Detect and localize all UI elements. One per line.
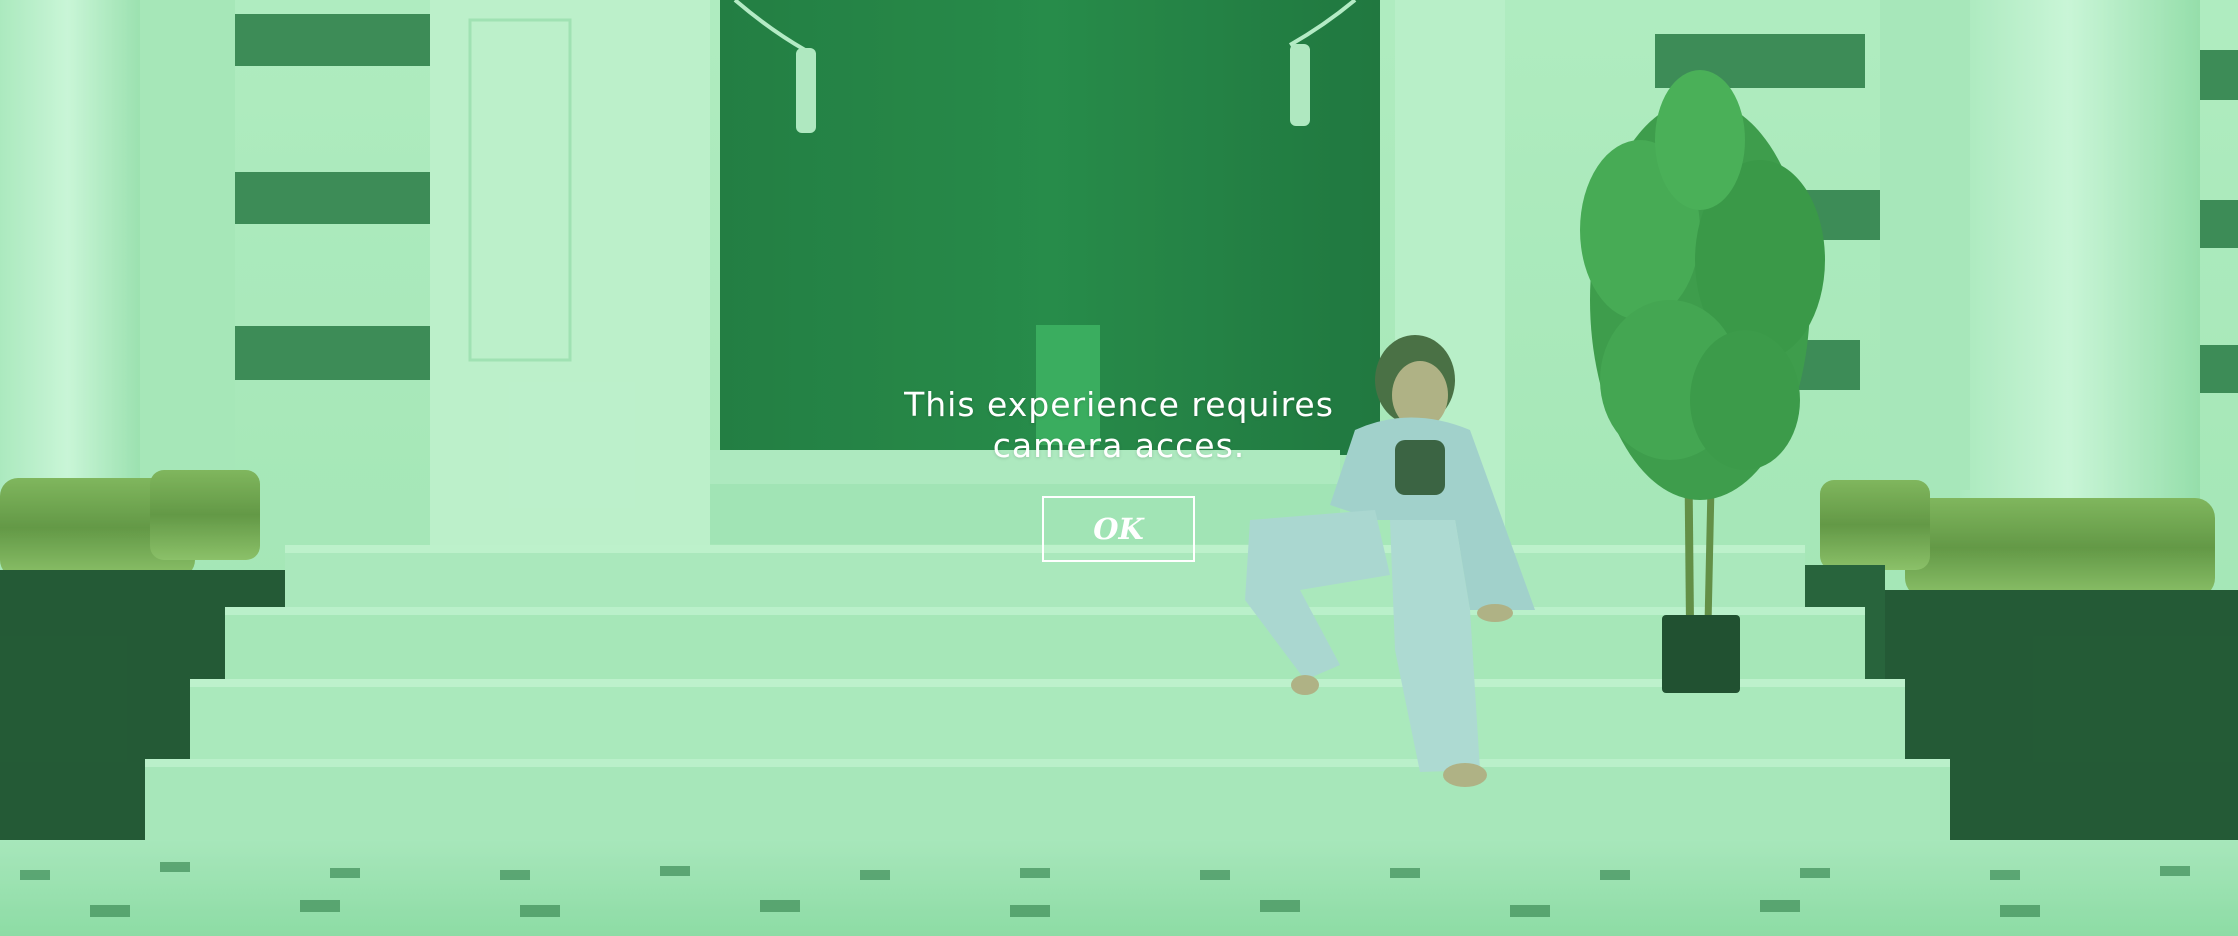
ok-button[interactable]: OK (1042, 496, 1195, 562)
camera-permission-screen: This experience requires camera acces. O… (0, 0, 2238, 936)
permission-dialog: This experience requires camera acces. O… (0, 0, 2238, 936)
permission-message-line-1: This experience requires (904, 385, 1334, 424)
permission-message-line-2: camera acces. (992, 426, 1246, 465)
